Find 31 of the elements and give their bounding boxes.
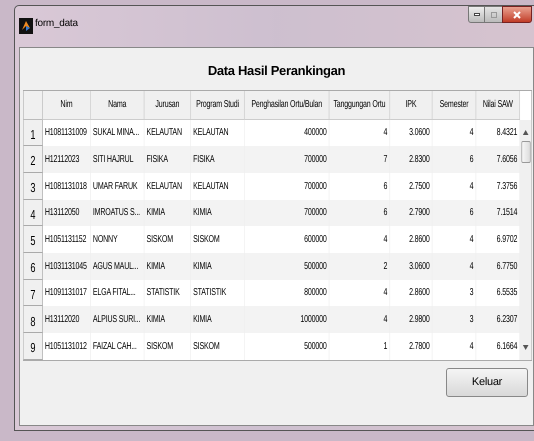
row-header[interactable]: 6	[24, 252, 43, 280]
minimize-button[interactable]	[468, 6, 485, 23]
scrollbar[interactable]	[520, 120, 532, 360]
row-header[interactable]: 5	[24, 226, 43, 253]
close-icon	[513, 10, 521, 18]
table-cell: SISKOM	[191, 333, 245, 360]
table-cell: FAIZAL CAH...	[90, 333, 144, 360]
table-cell: 1	[329, 333, 390, 360]
table-cell: H1051131012	[42, 333, 91, 360]
scroll-thumb[interactable]	[521, 140, 530, 162]
row-header[interactable]: 8	[24, 306, 43, 333]
table-cell: 2.7800	[390, 333, 432, 360]
table-cell: SISKOM	[144, 333, 192, 360]
minimize-icon	[474, 13, 480, 16]
maximize-button[interactable]	[485, 6, 502, 23]
row-header[interactable]: 3	[24, 172, 43, 200]
heading: Data Hasil Perankingan	[208, 62, 346, 80]
scroll-down-icon	[522, 344, 528, 350]
row-header[interactable]: 4	[24, 200, 43, 226]
row-header[interactable]: 2	[24, 146, 43, 173]
row-header[interactable]: 7	[24, 280, 43, 306]
maximize-icon	[490, 12, 496, 18]
row-header[interactable]: 9	[24, 333, 43, 360]
close-button[interactable]	[502, 6, 532, 23]
row-header[interactable]: 1	[24, 120, 43, 146]
table-cell: 4	[432, 333, 476, 360]
table-cell: 500000	[244, 333, 330, 360]
window-title: form_data	[35, 17, 78, 31]
app-icon	[19, 18, 33, 34]
scroll-up-icon	[522, 130, 528, 134]
exit-button[interactable]: Keluar	[446, 368, 528, 396]
